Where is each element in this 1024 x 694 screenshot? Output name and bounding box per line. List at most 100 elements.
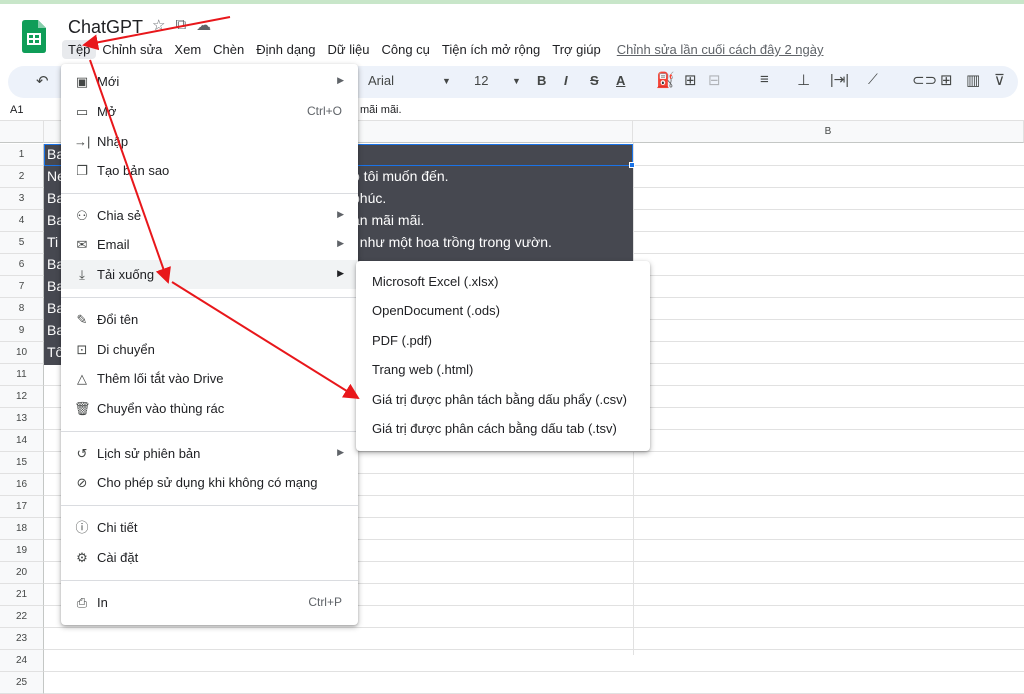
- row-header[interactable]: 14: [0, 430, 44, 452]
- file-menu-item-open[interactable]: ▭ Mở Ctrl+O: [61, 97, 358, 126]
- trash-icon: 🗑: [74, 401, 91, 416]
- menu-format[interactable]: Định dạng: [250, 40, 321, 59]
- menu-file[interactable]: Tệp: [62, 40, 97, 59]
- move-to-folder-icon[interactable]: ⧉: [175, 16, 186, 34]
- menu-help[interactable]: Trợ giúp: [546, 40, 607, 59]
- align-vertical-icon[interactable]: ⊥: [797, 71, 810, 89]
- row-header[interactable]: 22: [0, 606, 44, 628]
- menu-item-label: In: [97, 595, 108, 610]
- grid-line: [44, 671, 1024, 672]
- italic-button[interactable]: I: [564, 73, 568, 88]
- row-header[interactable]: 19: [0, 540, 44, 562]
- row-header[interactable]: 13: [0, 408, 44, 430]
- last-edit-link[interactable]: Chỉnh sửa lần cuối cách đây 2 ngày: [611, 40, 830, 59]
- row-header[interactable]: 23: [0, 628, 44, 650]
- fill-color-icon[interactable]: ⛽: [656, 71, 675, 89]
- row-header[interactable]: 25: [0, 672, 44, 694]
- row-header[interactable]: 1: [0, 144, 44, 166]
- download-tsv[interactable]: Giá trị được phân cách bằng dấu tab (.ts…: [356, 414, 650, 443]
- row-header[interactable]: 7: [0, 276, 44, 298]
- file-menu-item-copy[interactable]: ❐ Tạo bản sao: [61, 156, 358, 185]
- file-menu-item-trash[interactable]: 🗑 Chuyển vào thùng rác: [61, 394, 358, 423]
- row-header[interactable]: 17: [0, 496, 44, 518]
- download-csv[interactable]: Giá trị được phân tách bằng dấu phẩy (.c…: [356, 385, 650, 414]
- borders-icon[interactable]: ⊞: [684, 71, 697, 89]
- download-ods[interactable]: OpenDocument (.ods): [356, 296, 650, 325]
- menu-insert[interactable]: Chèn: [207, 40, 250, 59]
- download-pdf[interactable]: PDF (.pdf): [356, 326, 650, 355]
- row-header[interactable]: 9: [0, 320, 44, 342]
- star-icon[interactable]: ☆: [152, 16, 165, 34]
- menu-edit[interactable]: Chỉnh sửa: [96, 40, 168, 59]
- cell-reference[interactable]: A1: [10, 104, 23, 116]
- row-header[interactable]: 18: [0, 518, 44, 540]
- row-header[interactable]: 20: [0, 562, 44, 584]
- text-color-button[interactable]: A: [616, 73, 625, 88]
- row-header[interactable]: 5: [0, 232, 44, 254]
- file-menu-item-offline[interactable]: ⊘ Cho phép sử dụng khi không có mạng: [61, 468, 358, 497]
- file-menu-item-add-shortcut[interactable]: △ Thêm lối tắt vào Drive: [61, 364, 358, 393]
- formula-content[interactable]: mãi mãi.: [360, 104, 402, 116]
- merge-cells-icon[interactable]: ⊟: [708, 71, 721, 89]
- row-header[interactable]: 12: [0, 386, 44, 408]
- menu-item-label: Giá trị được phân tách bằng dấu phẩy (.c…: [372, 392, 627, 407]
- row-header[interactable]: 2: [0, 166, 44, 188]
- text-wrap-icon[interactable]: |⇥|: [830, 71, 849, 88]
- file-menu-item-download[interactable]: ⤓ Tải xuống ▶: [61, 260, 358, 289]
- text-rotation-icon[interactable]: ⟋: [868, 71, 878, 88]
- chart-icon[interactable]: ▥: [966, 71, 980, 89]
- chevron-down-icon[interactable]: ▼: [442, 76, 451, 86]
- comment-icon[interactable]: ⊞: [940, 71, 953, 89]
- menu-extensions[interactable]: Tiện ích mở rộng: [436, 40, 546, 59]
- menu-item-label: Mới: [97, 74, 120, 89]
- row-header[interactable]: 6: [0, 254, 44, 276]
- link-icon[interactable]: ⊂⊃: [912, 71, 937, 89]
- document-title[interactable]: ChatGPT: [68, 17, 143, 38]
- file-menu-item-version-history[interactable]: ↺ Lịch sử phiên bản ▶: [61, 439, 358, 468]
- menu-item-label: Di chuyển: [97, 342, 155, 357]
- download-submenu: Microsoft Excel (.xlsx) OpenDocument (.o…: [356, 261, 650, 451]
- menu-data[interactable]: Dữ liệu: [322, 40, 376, 59]
- sheets-logo-icon[interactable]: [22, 20, 46, 53]
- chevron-down-icon[interactable]: ▼: [512, 76, 521, 86]
- column-header-b[interactable]: B: [633, 121, 1024, 143]
- folder-icon: ▭: [75, 104, 89, 119]
- row-header[interactable]: 16: [0, 474, 44, 496]
- download-icon: ⤓: [79, 267, 85, 282]
- file-menu-item-move[interactable]: ⊡ Di chuyển: [61, 335, 358, 364]
- menu-item-label: Email: [97, 237, 130, 252]
- download-html[interactable]: Trang web (.html): [356, 355, 650, 384]
- align-horizontal-icon[interactable]: ≡: [760, 71, 769, 88]
- menu-tools[interactable]: Công cụ: [375, 40, 435, 59]
- font-size-select[interactable]: 12: [474, 73, 488, 88]
- file-menu-item-rename[interactable]: ✎ Đổi tên: [61, 305, 358, 334]
- row-header[interactable]: 21: [0, 584, 44, 606]
- file-menu-item-import[interactable]: →| Nhập: [61, 127, 358, 156]
- file-menu-item-details[interactable]: ⓘ Chi tiết: [61, 513, 358, 542]
- row-header[interactable]: 15: [0, 452, 44, 474]
- select-all-corner[interactable]: [0, 121, 44, 143]
- row-header[interactable]: 3: [0, 188, 44, 210]
- bold-button[interactable]: B: [537, 73, 546, 88]
- file-menu-item-email[interactable]: ✉ Email ▶: [61, 230, 358, 259]
- font-family-select[interactable]: Arial: [368, 73, 394, 88]
- row-header[interactable]: 24: [0, 650, 44, 672]
- cloud-status-icon[interactable]: ☁: [196, 16, 211, 34]
- download-xlsx[interactable]: Microsoft Excel (.xlsx): [356, 267, 650, 296]
- fill-handle[interactable]: [629, 162, 635, 168]
- row-header[interactable]: 11: [0, 364, 44, 386]
- menu-item-label: Tạo bản sao: [97, 163, 170, 178]
- strikethrough-button[interactable]: S: [590, 73, 599, 88]
- file-menu-item-new[interactable]: ▣ Mới ▶: [61, 67, 358, 96]
- filter-icon[interactable]: ⊽: [994, 71, 1005, 89]
- file-menu-item-print[interactable]: ⎙ In Ctrl+P: [61, 588, 358, 617]
- file-menu-item-settings[interactable]: ⚙ Cài đặt: [61, 543, 358, 572]
- undo-icon[interactable]: ↶: [36, 72, 49, 90]
- row-header[interactable]: 10: [0, 342, 44, 364]
- row-header[interactable]: 8: [0, 298, 44, 320]
- menu-item-label: Mở: [97, 104, 117, 119]
- row-header[interactable]: 4: [0, 210, 44, 232]
- file-menu-item-share[interactable]: ⚇ Chia sẻ ▶: [61, 201, 358, 230]
- menu-view[interactable]: Xem: [168, 40, 207, 59]
- print-icon: ⎙: [76, 595, 88, 610]
